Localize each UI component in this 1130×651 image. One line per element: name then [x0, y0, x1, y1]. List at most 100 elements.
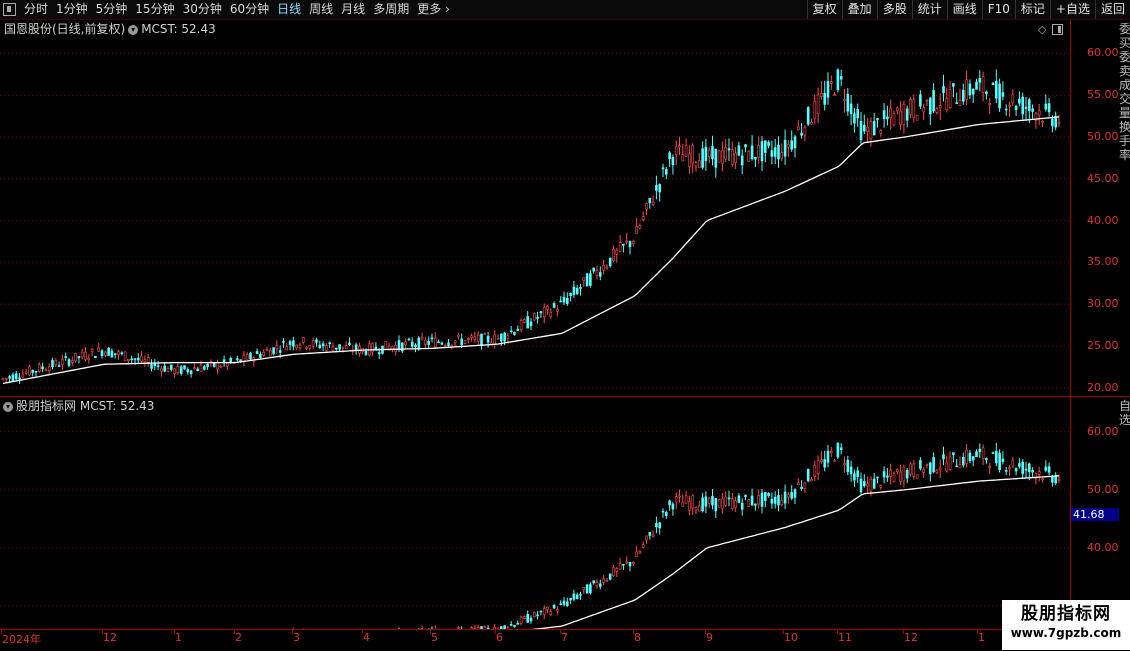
tab-monthly[interactable]: 月线: [337, 0, 369, 19]
candle-body: [748, 500, 750, 507]
candle-body: [553, 605, 555, 608]
candle-body: [510, 624, 512, 625]
candle-body: [325, 346, 327, 351]
candle-body: [533, 612, 535, 617]
candle-body: [636, 552, 638, 557]
candle-body: [659, 184, 661, 192]
panel-divider[interactable]: [0, 396, 1130, 397]
y-tick-label: 20.00: [1087, 381, 1119, 394]
candle-body: [401, 343, 403, 351]
candle-body: [642, 545, 644, 547]
candle-body: [556, 609, 558, 611]
candle-body: [870, 122, 872, 139]
candle-body: [995, 81, 997, 98]
candle-body: [431, 338, 433, 339]
back-button[interactable]: 返回: [1095, 0, 1130, 19]
candle-body: [537, 317, 539, 318]
restore-rights-button[interactable]: 复权: [807, 0, 842, 19]
main-candlestick-chart[interactable]: [0, 20, 1070, 396]
tab-weekly[interactable]: 周线: [305, 0, 337, 19]
candle-body: [850, 104, 852, 114]
candle-body: [702, 498, 704, 511]
candle-body: [243, 355, 245, 361]
candle-body: [339, 345, 341, 350]
candle-body: [517, 329, 519, 331]
layout-toggle-icon[interactable]: [3, 3, 16, 16]
candle-body: [847, 460, 849, 472]
candle-body: [434, 338, 436, 347]
candle-body: [613, 568, 615, 576]
candle-body: [101, 351, 103, 356]
candle-body: [523, 617, 525, 619]
statistics-button[interactable]: 统计: [912, 0, 947, 19]
candle-body: [916, 475, 918, 478]
candle-body: [1005, 109, 1007, 110]
candle-body: [1042, 479, 1044, 480]
candle-body: [721, 499, 723, 508]
y-tick-label: 60.00: [1087, 46, 1119, 59]
y-tick-label: 50.00: [1087, 130, 1119, 143]
candle-body: [761, 142, 763, 161]
add-watchlist-button[interactable]: +自选: [1050, 0, 1095, 19]
candle-body: [1015, 106, 1017, 110]
overlay-button[interactable]: 叠加: [842, 0, 877, 19]
candle-body: [758, 496, 760, 504]
tab-5min[interactable]: 5分钟: [92, 0, 132, 19]
draw-line-button[interactable]: 画线: [947, 0, 982, 19]
candle-body: [877, 477, 879, 478]
candle-body: [276, 346, 278, 349]
candle-body: [910, 464, 912, 474]
candle-body: [632, 241, 634, 243]
candle-body: [527, 316, 529, 328]
mark-button[interactable]: 标记: [1015, 0, 1050, 19]
tab-daily[interactable]: 日线: [273, 0, 305, 19]
candle-body: [820, 459, 822, 461]
candle-body: [289, 342, 291, 345]
candle-body: [309, 346, 311, 349]
candle-body: [771, 151, 773, 157]
candle-body: [824, 460, 826, 468]
candle-body: [784, 492, 786, 503]
f10-button[interactable]: F10: [982, 0, 1015, 19]
candle-body: [127, 359, 129, 360]
candle-body: [428, 341, 430, 344]
tab-30min[interactable]: 30分钟: [179, 0, 226, 19]
candle-body: [487, 336, 489, 342]
candle-body: [111, 351, 113, 357]
tab-intraday[interactable]: 分时: [20, 0, 52, 19]
candle-body: [622, 244, 624, 245]
candle-body: [520, 617, 522, 623]
candle-body: [5, 378, 7, 379]
candle-body: [886, 117, 888, 119]
indicator-dropdown-icon[interactable]: ▾: [3, 402, 13, 412]
tab-more[interactable]: 更多 ›: [413, 0, 454, 19]
candle-body: [1005, 470, 1007, 471]
tab-multi-period[interactable]: 多周期: [369, 0, 413, 19]
candle-body: [669, 501, 671, 505]
candle-body: [698, 506, 700, 511]
candle-body: [1018, 99, 1020, 103]
candle-body: [764, 492, 766, 500]
multi-stock-button[interactable]: 多股: [877, 0, 912, 19]
candle-body: [702, 149, 704, 168]
candle-body: [834, 460, 836, 461]
candle-body: [385, 342, 387, 350]
tab-60min[interactable]: 60分钟: [226, 0, 273, 19]
candle-body: [441, 343, 443, 344]
tab-15min[interactable]: 15分钟: [131, 0, 178, 19]
candle-body: [807, 107, 809, 124]
indicator-candlestick-chart[interactable]: [0, 397, 1070, 629]
candle-body: [646, 204, 648, 210]
toolbar: 分时 1分钟 5分钟 15分钟 30分钟 60分钟 日线 周线 月线 多周期 更…: [0, 0, 1130, 20]
candle-body: [1051, 477, 1053, 482]
candle-body: [794, 137, 796, 148]
candle-body: [662, 511, 664, 512]
candle-body: [32, 370, 34, 372]
candle-body: [725, 497, 727, 505]
candle-body: [1045, 467, 1047, 471]
watchlist-side-strip[interactable]: 自选: [1119, 399, 1130, 459]
candle-body: [1002, 93, 1004, 97]
order-book-side-strip[interactable]: 委买委卖成交量换手率: [1119, 22, 1130, 394]
candle-body: [952, 453, 954, 455]
tab-1min[interactable]: 1分钟: [52, 0, 92, 19]
